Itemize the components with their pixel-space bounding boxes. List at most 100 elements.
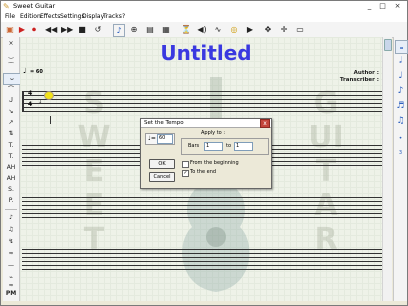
empty-staff-line: [22, 213, 386, 214]
move-icon[interactable]: ✥: [263, 24, 273, 35]
crosshair-icon[interactable]: ✛: [279, 24, 289, 35]
app-window: ✎ Sweet Guitar _ □ × File Edition Effect…: [0, 0, 408, 306]
tab-line: [22, 99, 386, 100]
close-button[interactable]: ×: [392, 2, 403, 11]
tool-delete[interactable]: ×: [3, 39, 19, 49]
zoom-icon[interactable]: ⊕: [129, 24, 139, 35]
selected-note-cursor[interactable]: [44, 91, 54, 100]
tool-slide-up[interactable]: ↗: [3, 118, 19, 128]
ok-button[interactable]: OK: [149, 159, 175, 169]
menu-tracks[interactable]: Tracks: [103, 12, 122, 22]
dialog-close-button[interactable]: x: [260, 119, 270, 128]
bars-from-input[interactable]: 1: [204, 142, 223, 151]
empty-staff-line: [22, 205, 386, 206]
window-title: Sweet Guitar: [13, 2, 56, 10]
cancel-button[interactable]: Cancel: [149, 172, 175, 182]
menu-settings[interactable]: Settings: [60, 12, 85, 22]
dialog-title-bar: Set the Tempo x: [141, 119, 271, 128]
tool-tremolo[interactable]: ♫: [3, 225, 19, 235]
tempo-note-icon: ♩=: [148, 135, 156, 142]
tool-bend[interactable]: ⌒: [3, 85, 19, 95]
rest-marker: ↓: [38, 99, 43, 105]
set-tempo-dialog: Set the Tempo x ♩= 60 Apply to : Bars 1 …: [140, 118, 272, 189]
tool-slide-down[interactable]: ↘: [3, 107, 19, 117]
empty-staff-line: [22, 269, 386, 270]
loop-icon[interactable]: ↺: [93, 24, 103, 35]
menu-effects[interactable]: Effects: [40, 12, 60, 22]
dialog-title: Set the Tempo: [144, 120, 184, 126]
tool-hammer[interactable]: ‿: [3, 51, 19, 61]
tool-vibrato[interactable]: ⇅: [3, 129, 19, 139]
play-icon[interactable]: ▶: [17, 24, 27, 35]
empty-staff-line: [22, 257, 386, 258]
author-label[interactable]: Author :: [354, 70, 379, 76]
vertical-scrollbar[interactable]: [382, 37, 392, 301]
empty-staff-line: [22, 253, 386, 254]
speaker-out-icon[interactable]: ▶: [245, 24, 255, 35]
tool-tapping-2[interactable]: T.: [3, 152, 19, 162]
to-end-checkbox[interactable]: ✓: [182, 170, 189, 177]
tuner-icon[interactable]: ◎: [229, 24, 239, 35]
rewind-icon[interactable]: ◀◀: [45, 24, 57, 35]
text-icon[interactable]: ▤: [145, 24, 155, 35]
empty-staff-line: [22, 249, 386, 250]
wave-icon[interactable]: ∿: [213, 24, 223, 35]
thirty-second-note-icon[interactable]: ♫: [395, 115, 406, 127]
eighth-note-icon[interactable]: ♪: [395, 85, 406, 97]
tool-release[interactable]: ᒍ: [3, 96, 19, 106]
new-icon[interactable]: ▣: [5, 24, 15, 35]
menu-help[interactable]: ?: [122, 12, 125, 22]
fast-forward-icon[interactable]: ▶▶: [61, 24, 73, 35]
tool-palm-mute[interactable]: PM: [3, 289, 19, 299]
watermark-guitar: GUITAR: [308, 86, 344, 257]
metronome-icon[interactable]: ⏳: [181, 24, 191, 35]
tool-slap[interactable]: S.: [3, 185, 19, 195]
bars-to-input[interactable]: 1: [234, 142, 253, 151]
note-icon[interactable]: ♪: [113, 24, 125, 37]
tempo-field-group: ♩= 60: [145, 133, 175, 145]
tool-harmonic[interactable]: AH: [3, 163, 19, 173]
quarter-note-icon[interactable]: ♩: [395, 70, 406, 82]
grid-icon[interactable]: ▦: [161, 24, 171, 35]
tool-tapping[interactable]: T.: [3, 141, 19, 151]
tempo-input[interactable]: 60: [157, 134, 173, 144]
tab-line: [22, 91, 386, 92]
tool-pull[interactable]: ⁀: [3, 62, 19, 72]
score-title[interactable]: Untitled: [20, 41, 392, 65]
menu-bar: File Edition Effects Settings Display Tr…: [1, 12, 407, 22]
separator: [5, 209, 17, 210]
tool-artificial-harmonic[interactable]: AH: [3, 174, 19, 184]
dot-icon[interactable]: •: [395, 133, 406, 145]
stop-icon[interactable]: ■: [77, 24, 87, 35]
record-icon[interactable]: ⏺: [29, 24, 39, 35]
maximize-button[interactable]: □: [377, 2, 388, 11]
from-beginning-checkbox[interactable]: [182, 161, 189, 168]
half-note-icon[interactable]: 𝅗𝅥: [395, 55, 406, 67]
tool-trill[interactable]: ≈: [3, 249, 19, 259]
tool-let-ring[interactable]: —: [3, 261, 19, 271]
menu-display[interactable]: Display: [82, 12, 104, 22]
menu-file[interactable]: File: [5, 12, 15, 22]
tool-pop[interactable]: P.: [3, 196, 19, 206]
empty-staff-line: [22, 201, 386, 202]
apply-to-label: Apply to :: [201, 130, 225, 136]
tool-slide[interactable]: ᴗ: [3, 73, 21, 85]
note-duration-palette: 𝅝 𝅗𝅥 ♩ ♪ ♬ ♫ • 3: [393, 37, 408, 301]
watermark-sweet: SWEET: [77, 86, 111, 257]
staff-start-bar: [22, 91, 24, 112]
transcriber-label[interactable]: Transcriber :: [340, 77, 379, 83]
beat-stem: [50, 116, 51, 124]
bars-label: Bars: [188, 143, 200, 149]
triplet-icon[interactable]: 3: [395, 147, 406, 159]
scrollbar-thumb[interactable]: [384, 39, 392, 51]
tool-dead-note[interactable]: ↯: [3, 237, 19, 247]
menu-edition[interactable]: Edition: [20, 12, 41, 22]
empty-staff-line: [22, 197, 386, 198]
whole-note-icon[interactable]: 𝅝: [395, 40, 408, 54]
sixteenth-note-icon[interactable]: ♬: [395, 100, 406, 112]
speaker-icon[interactable]: ◀): [197, 24, 207, 35]
tool-grace-note[interactable]: ♪: [3, 213, 19, 223]
panel-icon[interactable]: ▭: [295, 24, 305, 35]
minimize-button[interactable]: _: [364, 2, 375, 11]
tab-line: [22, 107, 386, 108]
